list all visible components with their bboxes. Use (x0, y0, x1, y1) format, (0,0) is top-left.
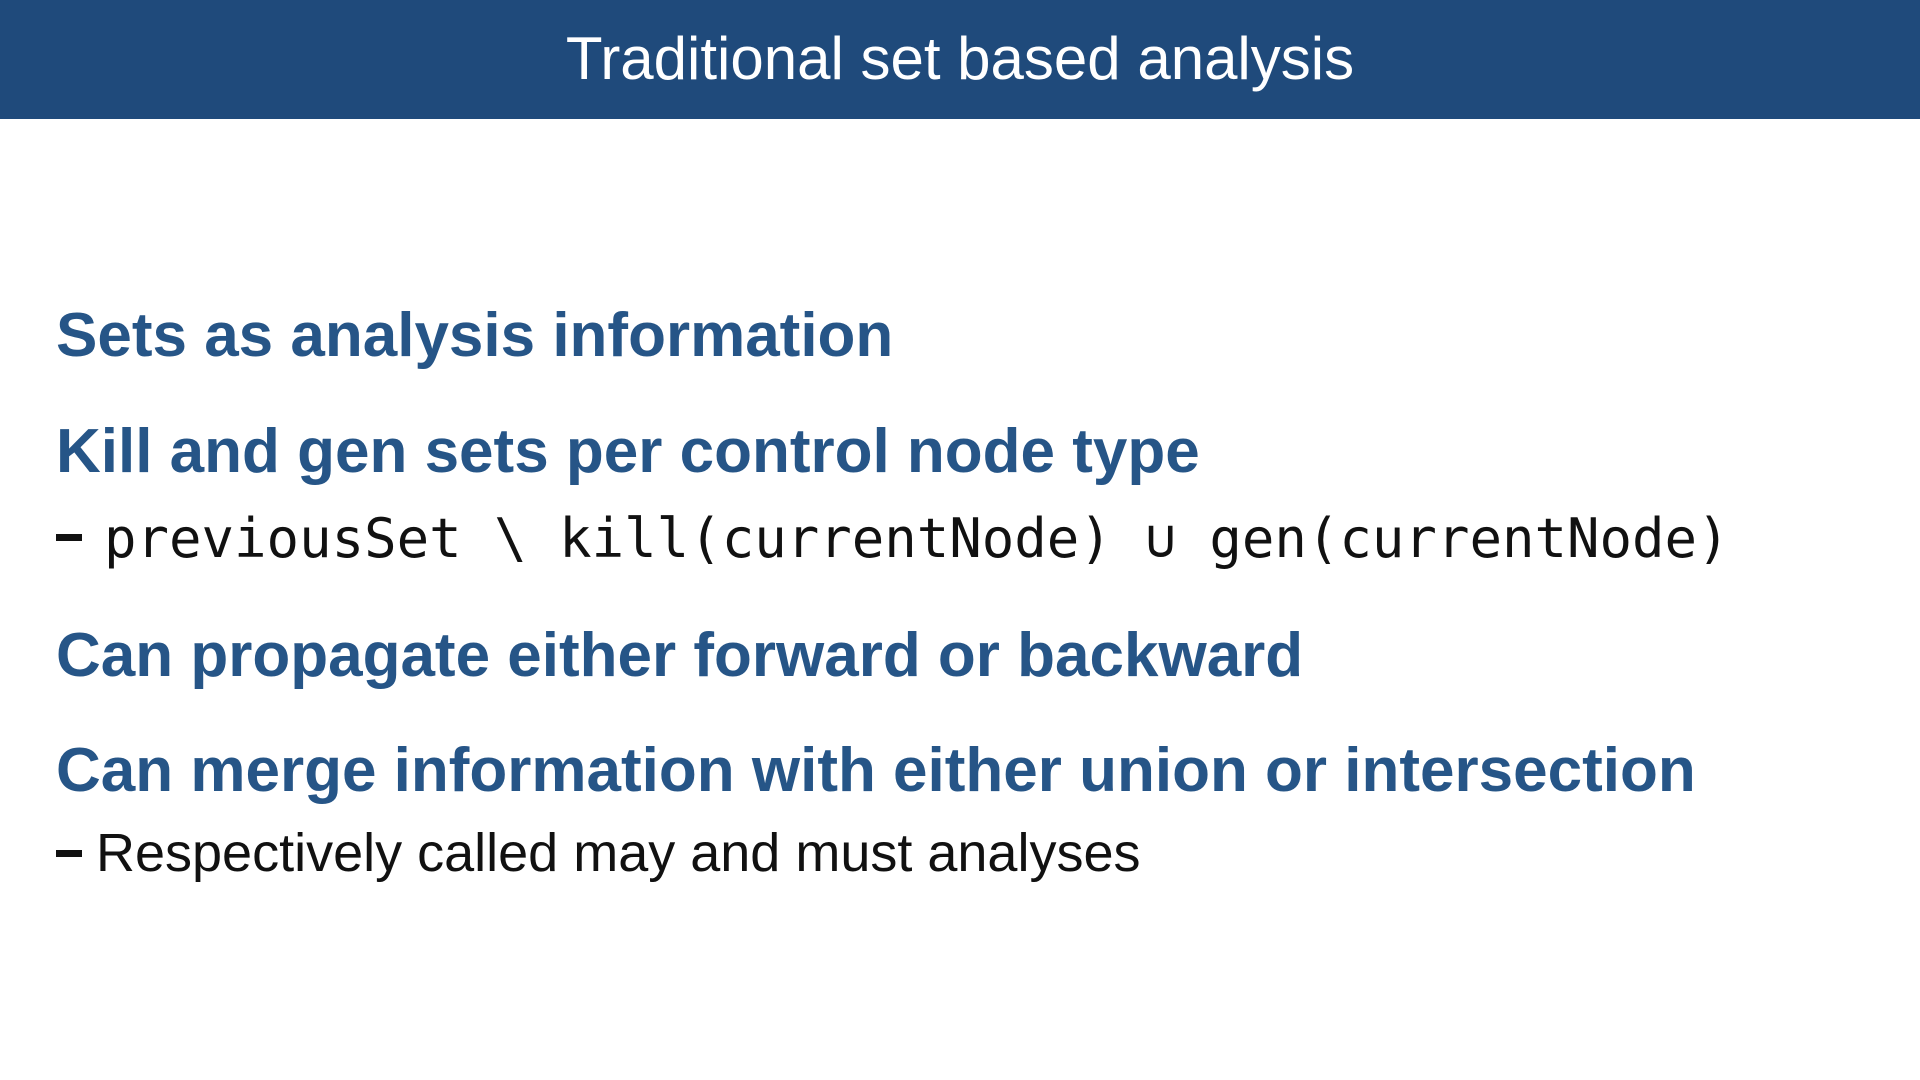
point-sets-as-analysis-information: Sets as analysis information (56, 301, 894, 370)
dash-bullet (56, 534, 82, 541)
dash-bullet (56, 850, 82, 857)
point-kill-and-gen-sets: Kill and gen sets per control node type (56, 417, 1200, 486)
subpoint-set-equation: previousSet \ kill(currentNode) ∪ gen(cu… (56, 512, 1730, 566)
slide-title: Traditional set based analysis (565, 24, 1355, 92)
point-merge-information: Can merge information with either union … (56, 736, 1696, 805)
set-equation-text: previousSet \ kill(currentNode) ∪ gen(cu… (104, 507, 1730, 570)
subpoint-may-must: Respectively called may and must analyse… (56, 826, 1140, 880)
point-propagate-direction: Can propagate either forward or backward (56, 621, 1304, 690)
slide: Traditional set based analysis Sets as a… (0, 0, 1920, 1080)
title-bar: Traditional set based analysis (0, 0, 1920, 119)
may-must-text: Respectively called may and must analyse… (96, 823, 1141, 883)
